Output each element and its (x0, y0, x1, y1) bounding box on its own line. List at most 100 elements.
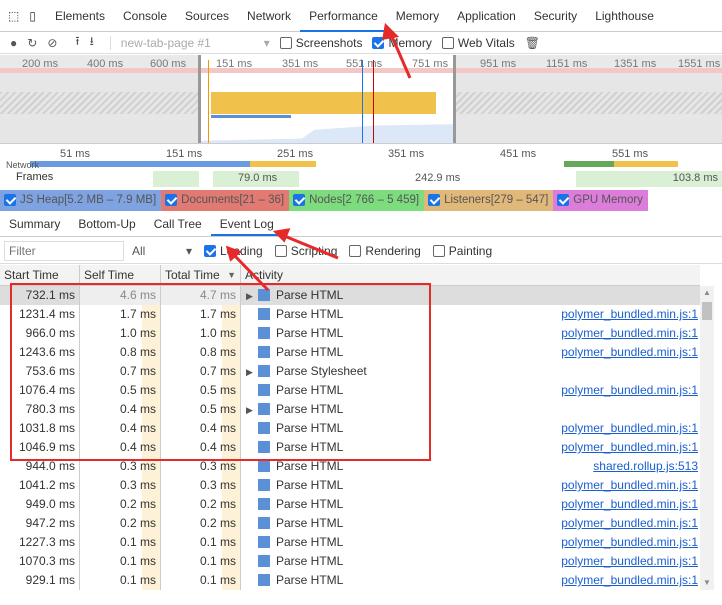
tab-network[interactable]: Network (238, 0, 300, 32)
clear-icon[interactable]: ⊘ (47, 36, 57, 50)
counter-label: JS Heap[5.2 MB – 7.9 MB] (20, 194, 157, 206)
counter-toggle[interactable]: Listeners[279 – 547] (424, 190, 554, 211)
table-row[interactable]: 944.0 ms 0.3 ms 0.3 ms Parse HTML shared.rol… (0, 457, 700, 476)
tab-performance[interactable]: Performance (300, 0, 387, 32)
counter-label: Nodes[2 766 – 5 459] (309, 194, 420, 206)
loading-checkbox[interactable]: Loading (204, 244, 263, 258)
tab-lighthouse[interactable]: Lighthouse (586, 0, 663, 32)
self-time: 0.2 ms (80, 495, 161, 514)
start-time: 944.0 ms (0, 457, 80, 476)
source-link[interactable]: polymer_bundled.min.js:1 (561, 495, 698, 514)
source-link[interactable]: polymer_bundled.min.js:1 (561, 552, 698, 571)
timeline-overview[interactable]: 200 ms 400 ms 600 ms 151 ms 351 ms 551 ms 751 … (0, 55, 722, 143)
device-toolbar-icon[interactable]: ▯ (25, 0, 46, 32)
total-time: 0.7 ms (161, 362, 241, 381)
subtab-summary[interactable]: Summary (0, 213, 69, 236)
table-row[interactable]: 949.0 ms 0.2 ms 0.2 ms Parse HTML polymer_bu… (0, 495, 700, 514)
frames-track-label[interactable]: Frames (16, 171, 53, 183)
table-row[interactable]: 1041.2 ms 0.3 ms 0.3 ms Parse HTML polymer_b… (0, 476, 700, 495)
start-time: 1231.4 ms (0, 305, 80, 324)
expand-triangle-icon[interactable]: ▶ (246, 401, 256, 420)
expand-triangle-icon[interactable]: ▶ (246, 287, 256, 306)
scroll-up-icon[interactable]: ▲ (703, 288, 711, 297)
table-row[interactable]: 1243.6 ms 0.8 ms 0.8 ms Parse HTML polymer_b… (0, 343, 700, 362)
memory-checkbox[interactable]: Memory (372, 36, 432, 50)
tab-security[interactable]: Security (525, 0, 586, 32)
subtab-call-tree[interactable]: Call Tree (145, 213, 211, 236)
web-vitals-checkbox[interactable]: Web Vitals (441, 36, 515, 50)
network-track-label[interactable]: Network (6, 161, 39, 168)
tab-console[interactable]: Console (114, 0, 176, 32)
filter-input[interactable] (4, 240, 124, 261)
counter-label: Listeners[279 – 547] (444, 194, 549, 206)
subtab-event-log[interactable]: Event Log (210, 213, 283, 236)
table-row[interactable]: 1031.8 ms 0.4 ms 0.4 ms Parse HTML polymer_b… (0, 419, 700, 438)
table-row[interactable]: 1231.4 ms 1.7 ms 1.7 ms Parse HTML polymer_b… (0, 305, 700, 324)
counter-toggle[interactable]: GPU Memory (553, 190, 648, 211)
loading-category-icon (258, 364, 270, 377)
table-row[interactable]: 966.0 ms 1.0 ms 1.0 ms Parse HTML polymer_bu… (0, 324, 700, 343)
table-row[interactable]: 753.6 ms 0.7 ms 0.7 ms ▶ Parse Stylesheet (0, 362, 700, 381)
self-time: 1.0 ms (80, 324, 161, 343)
table-row[interactable]: 929.1 ms 0.1 ms 0.1 ms Parse HTML polymer_bu… (0, 571, 700, 590)
source-link[interactable]: polymer_bundled.min.js:1 (561, 305, 698, 324)
table-row[interactable]: 1046.9 ms 0.4 ms 0.4 ms Parse HTML polymer_b… (0, 438, 700, 457)
table-row[interactable]: 1070.3 ms 0.1 ms 0.1 ms Parse HTML polymer_b… (0, 552, 700, 571)
upload-icon[interactable]: ⭱ (75, 32, 79, 53)
start-time: 929.1 ms (0, 571, 80, 590)
column-activity[interactable]: Activity (241, 265, 700, 286)
tab-application[interactable]: Application (448, 0, 525, 32)
tab-memory[interactable]: Memory (387, 0, 448, 32)
table-row[interactable]: 780.3 ms 0.4 ms 0.5 ms ▶ Parse HTML (0, 400, 700, 419)
source-link[interactable]: shared.rollup.js:513 (593, 457, 698, 476)
table-row[interactable]: 947.2 ms 0.2 ms 0.2 ms Parse HTML polymer_bu… (0, 514, 700, 533)
screenshots-checkbox[interactable]: Screenshots (279, 36, 362, 50)
source-link[interactable]: polymer_bundled.min.js:1 (561, 533, 698, 552)
start-time: 947.2 ms (0, 514, 80, 533)
record-icon[interactable]: ● (10, 36, 17, 50)
counter-toggle[interactable]: Nodes[2 766 – 5 459] (289, 190, 425, 211)
profile-select[interactable]: new-tab-page #1 ▾ (109, 35, 270, 50)
painting-checkbox[interactable]: Painting (432, 243, 493, 258)
scrollbar-thumb[interactable] (702, 302, 712, 320)
scroll-down-icon[interactable]: ▼ (703, 578, 711, 587)
start-time: 1243.6 ms (0, 343, 80, 362)
duration-select[interactable]: All ▾ (132, 244, 192, 258)
source-link[interactable]: polymer_bundled.min.js:1 (561, 571, 698, 590)
inspect-element-icon[interactable]: ⬚ (0, 0, 25, 32)
scrollbar[interactable]: ▲ ▼ (700, 286, 714, 590)
total-time: 0.2 ms (161, 514, 241, 533)
source-link[interactable]: polymer_bundled.min.js:1 (561, 514, 698, 533)
tab-elements[interactable]: Elements (46, 0, 114, 32)
source-link[interactable]: polymer_bundled.min.js:1 (561, 343, 698, 362)
table-row[interactable]: 1076.4 ms 0.5 ms 0.5 ms Parse HTML polymer_b… (0, 381, 700, 400)
subtab-bottom-up[interactable]: Bottom-Up (69, 213, 144, 236)
start-time: 949.0 ms (0, 495, 80, 514)
source-link[interactable]: polymer_bundled.min.js:1 (561, 438, 698, 457)
expand-triangle-icon[interactable]: ▶ (246, 363, 256, 382)
source-link[interactable]: polymer_bundled.min.js:1 (561, 381, 698, 400)
reload-record-icon[interactable]: ↻ (27, 36, 37, 50)
download-icon[interactable]: ⭳ (90, 32, 94, 53)
total-time: 0.1 ms (161, 533, 241, 552)
column-self-time[interactable]: Self Time (80, 265, 161, 286)
activity-name: Parse HTML (276, 440, 344, 454)
counter-toggle[interactable]: Documents[21 – 36] (161, 190, 290, 211)
table-row[interactable]: 732.1 ms 4.6 ms 4.7 ms ▶ Parse HTML (0, 286, 700, 305)
rendering-checkbox[interactable]: Rendering (349, 244, 421, 258)
source-link[interactable]: polymer_bundled.min.js:1 (561, 476, 698, 495)
column-start-time[interactable]: Start Time (0, 265, 80, 286)
trash-icon[interactable]: 🗑 (525, 36, 540, 50)
scripting-checkbox[interactable]: Scripting (274, 244, 337, 258)
painting-label: Painting (448, 243, 493, 258)
column-total-time[interactable]: Total Time ▼ (161, 265, 241, 286)
counter-toggle[interactable]: JS Heap[5.2 MB – 7.9 MB] (0, 190, 162, 211)
tab-sources[interactable]: Sources (176, 0, 238, 32)
table-row[interactable]: 1227.3 ms 0.1 ms 0.1 ms Parse HTML polymer_b… (0, 533, 700, 552)
source-link[interactable]: polymer_bundled.min.js:1 (561, 419, 698, 438)
loading-category-icon (258, 307, 270, 320)
activity-name: Parse HTML (276, 345, 344, 359)
overview-tick-label: 151 ms (216, 58, 253, 70)
source-link[interactable]: polymer_bundled.min.js:1 (561, 324, 698, 343)
self-time: 1.7 ms (80, 305, 161, 324)
